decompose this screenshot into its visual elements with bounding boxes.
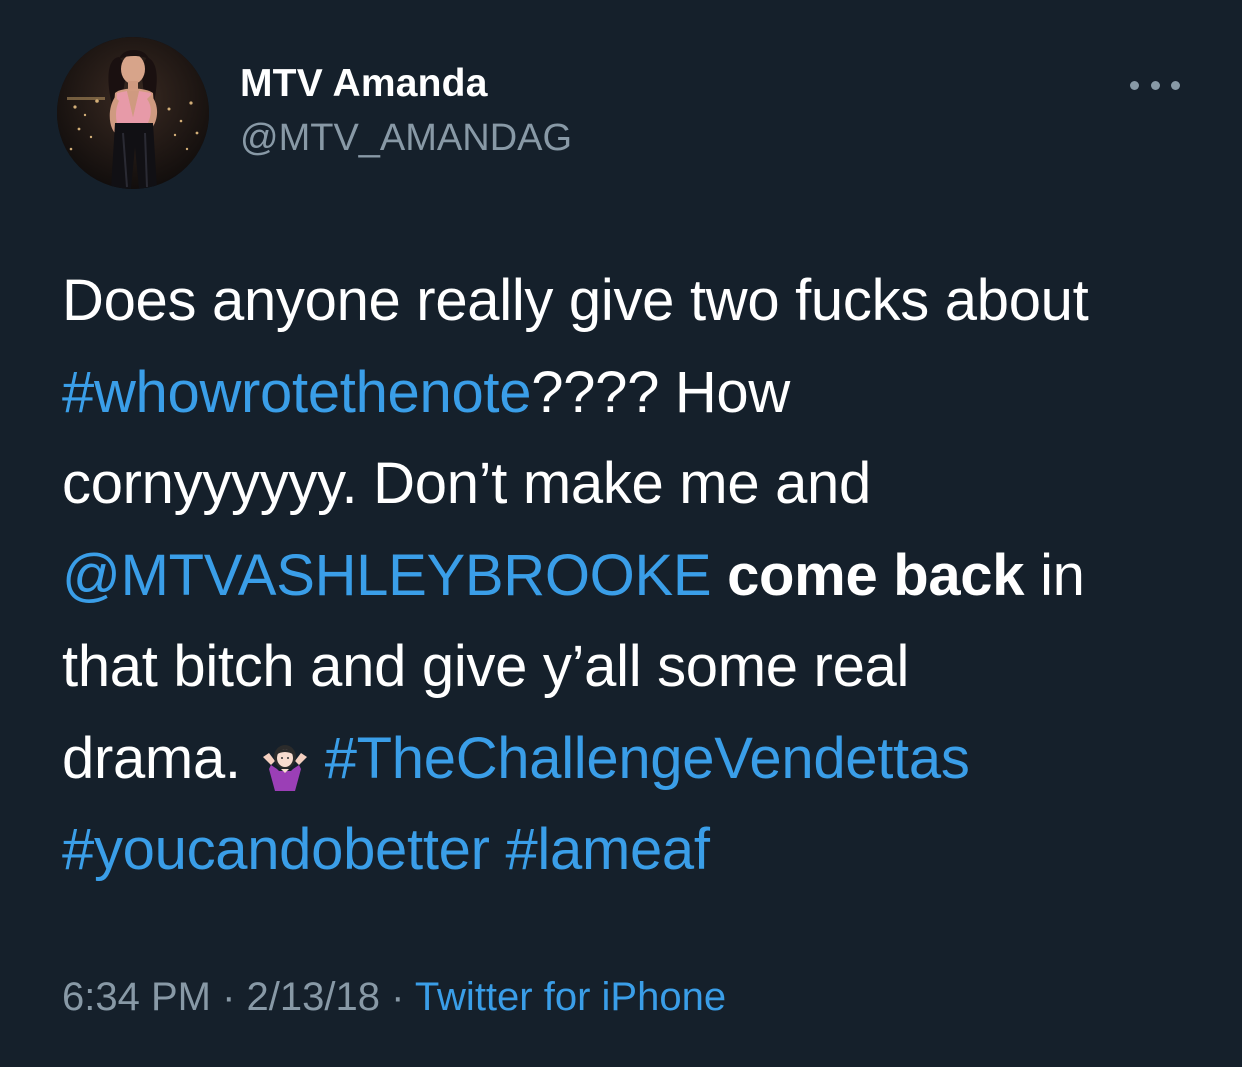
person-shrugging-emoji-icon (259, 728, 311, 792)
hashtag-link[interactable]: #youcandobetter (62, 817, 490, 882)
hashtag-link[interactable]: #lameaf (505, 817, 710, 882)
more-horizontal-icon (1150, 80, 1160, 90)
meta-separator: · (379, 975, 415, 1019)
avatar[interactable] (57, 37, 209, 189)
hashtag-link[interactable]: #TheChallengeVendettas (325, 726, 970, 791)
hashtag-link[interactable]: #whowrotethenote (62, 360, 532, 425)
tweet-date[interactable]: 2/13/18 (247, 975, 380, 1019)
tweet-meta: 6:34 PM · 2/13/18 · Twitter for iPhone (62, 975, 726, 1020)
tweet-card: MTV Amanda @MTV_AMANDAG Does anyone real… (0, 0, 1242, 1067)
tweet-text-segment: in (1040, 542, 1085, 608)
tweet-text-segment: ???? How (531, 359, 790, 425)
tweet-bold-text: come back (727, 542, 1025, 608)
display-name[interactable]: MTV Amanda (240, 62, 488, 106)
tweet-time[interactable]: 6:34 PM (62, 975, 211, 1019)
tweet-text-segment: cornyyyyyy. Don’t make me and (62, 451, 871, 516)
tweet-text-segment: that bitch and give y’all some real (62, 634, 910, 699)
meta-separator: · (210, 975, 247, 1019)
user-handle[interactable]: @MTV_AMANDAG (240, 117, 572, 160)
more-horizontal-icon (1171, 80, 1180, 90)
more-horizontal-icon (1130, 80, 1139, 90)
more-options-button[interactable] (1130, 70, 1180, 100)
tweet-text: Does anyone really give two fucks about … (62, 255, 1202, 896)
mention-link[interactable]: @MTVASHLEYBROOKE (62, 543, 712, 608)
tweet-text-segment: drama. (62, 725, 241, 791)
tweet-text-segment: Does anyone really give two fucks about (62, 268, 1089, 333)
tweet-source-link[interactable]: Twitter for iPhone (415, 975, 726, 1019)
